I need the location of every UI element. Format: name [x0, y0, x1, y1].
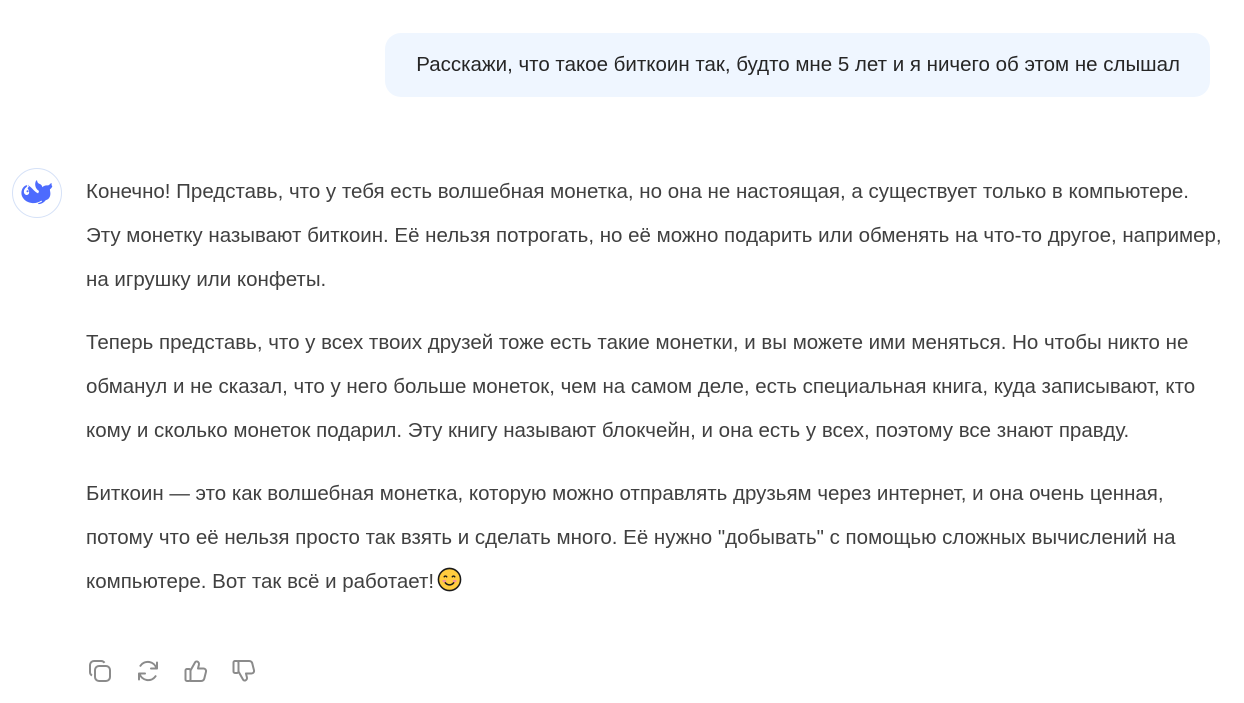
regenerate-button[interactable]	[134, 657, 162, 685]
user-message-text: Расскажи, что такое биткоин так, будто м…	[416, 53, 1180, 76]
answer-paragraph-3-text: Биткоин — это как волшебная монетка, кот…	[86, 482, 1176, 593]
user-message-bubble: Расскажи, что такое биткоин так, будто м…	[385, 33, 1210, 97]
whale-logo-icon	[21, 180, 53, 205]
answer-paragraph-1: Конечно! Представь, что у тебя есть волш…	[86, 180, 1222, 291]
thumbs-down-icon	[232, 660, 256, 682]
assistant-answer: Конечно! Представь, что у тебя есть волш…	[86, 170, 1226, 623]
answer-paragraph-3: Биткоин — это как волшебная монетка, кот…	[86, 472, 1226, 604]
copy-icon	[88, 660, 111, 682]
dislike-button[interactable]	[230, 657, 258, 685]
copy-button[interactable]	[86, 657, 114, 685]
thumbs-up-icon	[184, 660, 208, 682]
assistant-avatar	[12, 168, 62, 218]
smiling-face-icon	[437, 567, 462, 592]
message-actions	[86, 657, 258, 685]
like-button[interactable]	[182, 657, 210, 685]
refresh-icon	[138, 660, 158, 682]
answer-paragraph-2: Теперь представь, что у всех твоих друзе…	[86, 331, 1196, 442]
